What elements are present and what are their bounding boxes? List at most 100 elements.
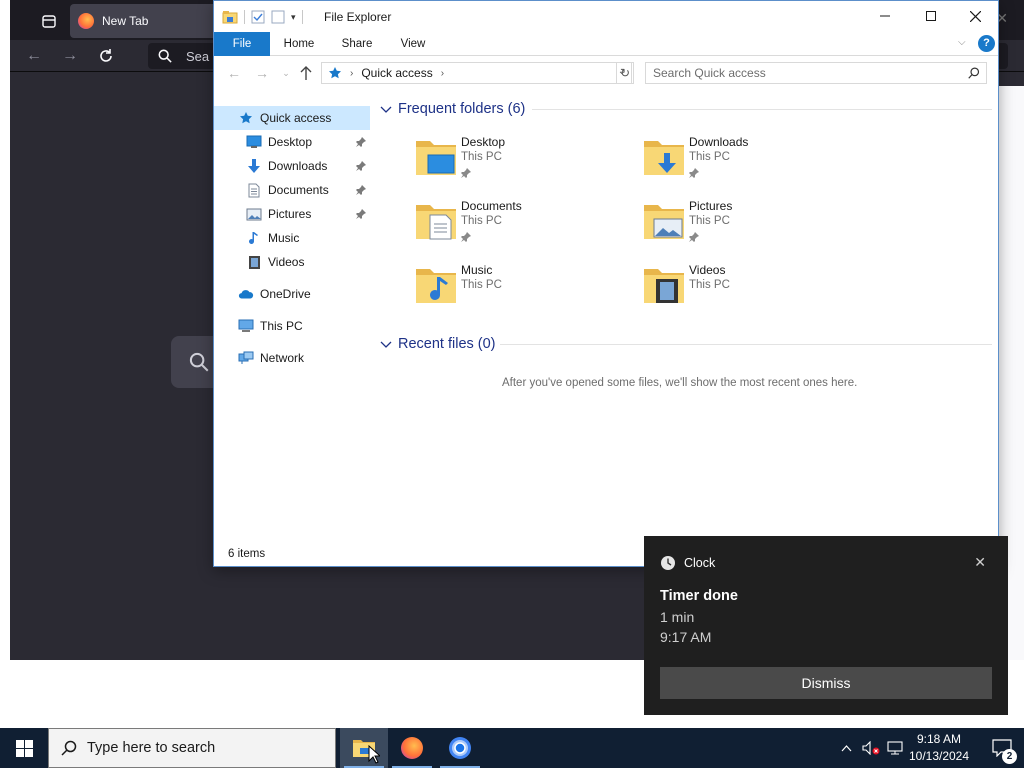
tab-view[interactable]: View [390,32,436,56]
onedrive-cloud-icon [238,286,254,302]
clock-time: 9:18 AM [916,732,962,746]
network-icon[interactable] [884,728,906,768]
quick-access-star-icon [329,67,341,79]
sidebar-item-label: Documents [268,183,329,197]
minimize-button[interactable] [862,1,908,31]
forward-icon[interactable]: → [252,63,272,83]
taskbar-chrome[interactable] [436,728,484,768]
close-button[interactable] [952,1,998,31]
music-icon [246,230,262,246]
start-button[interactable] [0,728,48,768]
sidebar-item-downloads[interactable]: Downloads [214,154,370,178]
clock-notification-toast[interactable]: Clock ✕ Timer done 1 min 9:17 AM Dismiss [644,536,1008,715]
tab-share[interactable]: Share [334,32,380,56]
address-bar[interactable]: › Quick access › ⌄ [321,62,632,84]
folder-tile-pictures[interactable]: Pictures This PC [642,199,862,255]
group-title: Frequent folders (6) [398,101,526,117]
folder-tile-videos[interactable]: Videos This PC [642,263,862,319]
maximize-button[interactable] [908,1,954,31]
reload-icon[interactable] [94,44,118,68]
pin-icon[interactable] [689,168,699,178]
tab-home[interactable]: Home [276,32,322,56]
back-icon[interactable]: ← [224,63,244,83]
taskbar-firefox[interactable] [388,728,436,768]
tab-file[interactable]: File [214,32,270,56]
breadcrumb-quick-access[interactable]: Quick access [361,66,432,80]
ribbon-tabs: File Home Share View ⌵ ? [214,32,998,56]
group-title: Recent files (0) [398,336,496,352]
status-bar-item-count: 6 items [228,548,266,560]
pictures-folder-icon [644,205,684,239]
toast-time: 9:17 AM [660,629,712,645]
file-explorer-icon [222,11,238,24]
expand-ribbon-icon[interactable]: ⌵ [958,37,966,48]
clock-date: 10/13/2024 [908,749,970,763]
up-icon[interactable] [296,63,316,83]
recent-locations-icon[interactable]: ⌄ [276,63,296,83]
folder-tile-documents[interactable]: Documents This PC [414,199,634,255]
pin-icon[interactable] [356,184,366,198]
taskbar: Type here to search 9:18 AM 10/13/2024 2 [0,728,1024,768]
toast-app-name: Clock [684,556,716,570]
pin-icon[interactable] [356,136,366,150]
sidebar-item-videos[interactable]: Videos [214,250,370,274]
search-icon [61,740,77,756]
taskbar-file-explorer[interactable] [340,728,388,768]
back-icon[interactable]: ← [22,44,46,68]
breadcrumb-chevron-icon[interactable]: › [350,68,353,79]
action-center-button[interactable]: 2 [980,728,1024,768]
firefox-view-icon[interactable] [38,10,60,32]
breadcrumb-chevron-icon[interactable]: › [441,68,444,79]
sidebar-item-desktop[interactable]: Desktop [214,130,370,154]
recent-files-header[interactable]: Recent files (0) [380,334,496,354]
documents-icon [246,182,262,198]
firefox-logo-icon [401,737,423,759]
quick-access-star-icon [238,110,254,126]
sidebar-item-label: Music [268,231,300,245]
sidebar-item-this-pc[interactable]: This PC [214,314,370,338]
volume-muted-icon[interactable] [860,728,882,768]
sidebar-item-music[interactable]: Music [214,226,370,250]
folder-tile-downloads[interactable]: Downloads This PC [642,135,862,191]
navigation-pane: Quick access Desktop Downloads Documents… [214,101,372,541]
toast-app-header: Clock [660,555,715,571]
taskbar-clock[interactable]: 9:18 AM 10/13/2024 [906,731,972,765]
mouse-cursor-icon [368,745,380,764]
close-icon[interactable]: ✕ [974,554,986,571]
videos-folder-icon [644,269,684,303]
show-hidden-icons-chevron-icon[interactable] [836,728,856,768]
url-placeholder: Sea [186,48,210,64]
sidebar-item-onedrive[interactable]: OneDrive [214,282,370,306]
divider [500,344,992,345]
sidebar-item-pictures[interactable]: Pictures [214,202,370,226]
pin-icon[interactable] [356,160,366,174]
folder-tile-desktop[interactable]: Desktop This PC [414,135,634,191]
help-icon[interactable]: ? [978,35,995,52]
refresh-icon[interactable]: ↻ [616,62,634,84]
taskbar-search-box[interactable]: Type here to search [48,728,336,768]
pictures-icon [246,206,262,222]
properties-icon[interactable] [251,10,265,24]
tab-title: New Tab [102,14,149,28]
search-icon [189,352,209,372]
toast-timer-duration: 1 min [660,609,695,625]
dismiss-button[interactable]: Dismiss [660,667,992,699]
folder-name: Documents [461,199,522,213]
search-input[interactable]: Search Quick access [645,62,987,84]
pin-icon[interactable] [461,168,471,178]
folder-name: Downloads [689,135,749,149]
frequent-folders-header[interactable]: Frequent folders (6) [380,99,525,119]
pin-icon[interactable] [689,232,699,242]
new-folder-icon[interactable] [271,10,285,24]
folder-tile-music[interactable]: Music This PC [414,263,634,319]
pin-icon[interactable] [461,232,471,242]
pin-icon[interactable] [356,208,366,222]
sidebar-item-quick-access[interactable]: Quick access [214,106,370,130]
sidebar-item-network[interactable]: Network [214,346,370,370]
customize-toolbar-icon[interactable]: ▾ [291,12,296,23]
desktop-icon [246,134,262,150]
separator [244,10,245,24]
forward-icon[interactable]: → [58,44,82,68]
sidebar-item-documents[interactable]: Documents [214,178,370,202]
chevron-down-icon [380,106,392,113]
